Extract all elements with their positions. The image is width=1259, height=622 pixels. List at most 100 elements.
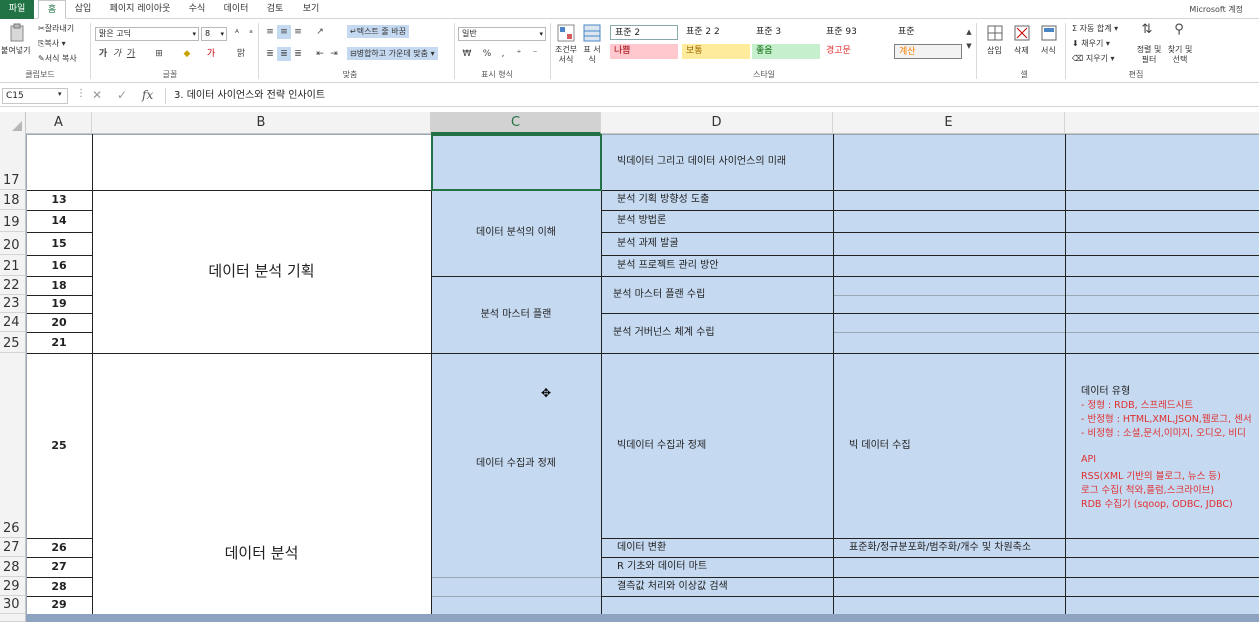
border-icon[interactable]: ⊞ xyxy=(152,47,166,61)
f-notes-type-line[interactable]: - 정형 : RDB, 스프레드시트 xyxy=(1081,397,1193,411)
c-master-plan[interactable]: 분석 마스터 플랜 xyxy=(431,276,601,353)
format-cells-icon[interactable] xyxy=(1039,23,1059,43)
align-bottom-icon[interactable]: ≡ xyxy=(291,25,305,39)
row-header-29[interactable]: 29 xyxy=(0,577,26,596)
cancel-icon[interactable]: ✕ xyxy=(92,88,102,102)
merge-center-button[interactable]: ⊟병합하고 가운데 맞춤 ▾ xyxy=(347,47,438,60)
column-header-f[interactable] xyxy=(1065,112,1259,134)
align-top-icon[interactable]: ≡ xyxy=(263,25,277,39)
cell-a-value[interactable]: 27 xyxy=(26,557,92,577)
column-header-e[interactable]: E xyxy=(833,112,1065,134)
format-painter-button[interactable]: ✎서식 복사 xyxy=(38,53,77,64)
row-header-20[interactable]: 20 xyxy=(0,232,26,255)
tab-view[interactable]: 보기 xyxy=(296,0,326,19)
clear-button[interactable]: ⌫ 지우기 ▾ xyxy=(1072,53,1115,64)
font-size-select[interactable]: 8 ▾ xyxy=(201,27,227,41)
f-notes-type-line[interactable]: - 비정형 : 소셜,문서,이미지, 오디오, 비디 xyxy=(1081,425,1246,439)
find-select-button[interactable]: 찾기 및 선택 xyxy=(1164,45,1196,65)
format-button[interactable]: 서식 xyxy=(1041,45,1056,56)
f-notes-title[interactable]: 데이터 유형 xyxy=(1081,382,1130,397)
cell-a-value[interactable]: 15 xyxy=(26,232,92,255)
cut-button[interactable]: ✂잘라내기 xyxy=(38,23,74,34)
tab-review[interactable]: 검토 xyxy=(260,0,290,19)
f-notes-api-line[interactable]: RDB 수집기 (sqoop, ODBC, JDBC) xyxy=(1081,496,1233,510)
sort-filter-button[interactable]: 정렬 및 필터 xyxy=(1134,45,1164,65)
cell-style-7[interactable]: 보통 xyxy=(682,44,750,59)
phonetic-icon[interactable]: 맑 xyxy=(234,47,248,61)
currency-icon[interactable]: ₩ xyxy=(460,47,474,61)
cell-a-value[interactable]: 18 xyxy=(26,276,92,295)
paste-icon[interactable] xyxy=(8,23,28,43)
italic-icon[interactable]: 가 xyxy=(110,47,124,61)
tab-formulas[interactable]: 수식 xyxy=(182,0,212,19)
row-header-partial[interactable] xyxy=(0,614,26,622)
column-header-a[interactable]: A xyxy=(26,112,92,134)
row-header-28[interactable]: 28 xyxy=(0,557,26,577)
cell-a-value[interactable]: 25 xyxy=(26,353,92,538)
font-name-select[interactable]: 맑은 고딕 ▾ xyxy=(95,27,199,41)
cell-a-value[interactable]: 28 xyxy=(26,577,92,596)
conditional-format-icon[interactable] xyxy=(556,23,576,43)
row-header-30[interactable]: 30 xyxy=(0,596,26,614)
row-header-18[interactable]: 18 xyxy=(0,190,26,210)
insert-cells-icon[interactable] xyxy=(985,23,1005,43)
increase-decimal-icon[interactable]: ⁺ xyxy=(512,47,526,61)
align-right-icon[interactable]: ≣ xyxy=(291,47,305,61)
table-format-icon[interactable] xyxy=(582,23,602,43)
tab-data[interactable]: 데이터 xyxy=(218,0,254,19)
column-header-d[interactable]: D xyxy=(601,112,833,134)
row-header-17[interactable]: 17 xyxy=(0,134,26,190)
delete-button[interactable]: 삭제 xyxy=(1014,45,1029,56)
decrease-decimal-icon[interactable]: ⁻ xyxy=(528,47,542,61)
d-planning-row[interactable]: 분석 프로젝트 관리 방안 xyxy=(617,255,719,276)
cell-a-value[interactable]: 20 xyxy=(26,313,92,332)
column-header-c[interactable]: C xyxy=(431,112,601,134)
d-planning-row[interactable]: 분석 기획 방향성 도출 xyxy=(617,190,709,210)
wrap-text-button[interactable]: ↵텍스트 줄 바꿈 xyxy=(347,25,409,38)
row-header-24[interactable]: 24 xyxy=(0,313,26,332)
copy-button[interactable]: ⎘복사 ▾ xyxy=(38,38,66,49)
d-analysis-row[interactable]: R 기초와 데이터 마트 xyxy=(617,557,707,577)
align-left-icon[interactable]: ≣ xyxy=(263,47,277,61)
d-collect[interactable]: 빅데이터 수집과 정제 xyxy=(617,353,706,538)
f-notes-api-line[interactable]: API xyxy=(1081,454,1096,465)
cell-a-value[interactable]: 16 xyxy=(26,255,92,276)
percent-icon[interactable]: % xyxy=(480,47,494,61)
row-header-27[interactable]: 27 xyxy=(0,538,26,557)
cell-a-value[interactable]: 14 xyxy=(26,210,92,232)
tab-home[interactable]: 홈 xyxy=(38,0,66,19)
gallery-down-icon[interactable]: ▼ xyxy=(962,39,976,53)
fill-color-icon[interactable]: ◆ xyxy=(180,47,194,61)
cell-style-2[interactable]: 표준 2 2 xyxy=(682,25,750,40)
indent-decrease-icon[interactable]: ⇤ xyxy=(313,47,327,61)
f-notes-type-line[interactable]: - 반정형 : HTML,XML,JSON,웹로그, 센서 xyxy=(1081,411,1252,425)
row-header-21[interactable]: 21 xyxy=(0,255,26,276)
d-master-2[interactable]: 분석 거버넌스 체계 수립 xyxy=(613,313,715,353)
c-understanding[interactable]: 데이터 분석의 이해 xyxy=(431,190,601,276)
cell-style-4[interactable]: 표준 93 xyxy=(822,25,890,40)
d-future[interactable]: 빅데이터 그리고 데이터 사이언스의 미래 xyxy=(617,134,786,190)
account-label[interactable]: Microsoft 계정 xyxy=(1189,0,1243,19)
d-master-1[interactable]: 분석 마스터 플랜 수립 xyxy=(613,276,705,313)
e-transform[interactable]: 표준화/정규분포화/범주화/개수 및 차원축소 xyxy=(849,538,1031,557)
autosum-button[interactable]: Σ 자동 합계 ▾ xyxy=(1072,23,1118,34)
row-header-23[interactable]: 23 xyxy=(0,295,26,313)
confirm-icon[interactable]: ✓ xyxy=(117,88,127,102)
column-header-b[interactable]: B xyxy=(92,112,431,134)
formula-input[interactable]: 3. 데이터 사이언스와 전략 인사이트 xyxy=(165,88,1257,104)
f-notes-api-line[interactable]: RSS(XML 기반의 블로그, 뉴스 등) xyxy=(1081,468,1221,482)
d-planning-row[interactable]: 분석 과제 발굴 xyxy=(617,232,679,255)
fill-button[interactable]: ⬇ 채우기 ▾ xyxy=(1072,38,1110,49)
conditional-format-button[interactable]: 조건부 서식 xyxy=(554,45,578,65)
cell-a-value[interactable]: 19 xyxy=(26,295,92,313)
cell-style-6[interactable]: 나쁨 xyxy=(610,44,678,59)
align-center-icon[interactable]: ≣ xyxy=(277,47,291,61)
underline-icon[interactable]: 가 xyxy=(124,47,138,61)
tab-page-layout[interactable]: 페이지 레이아웃 xyxy=(104,0,176,19)
cell-a-value[interactable]: 21 xyxy=(26,332,92,353)
d-analysis-row[interactable]: 결측값 처리와 이상값 검색 xyxy=(617,577,728,596)
row-header-19[interactable]: 19 xyxy=(0,210,26,232)
d-planning-row[interactable]: 분석 방법론 xyxy=(617,210,666,232)
comma-icon[interactable]: , xyxy=(496,47,510,61)
cell-a-value[interactable]: 26 xyxy=(26,538,92,557)
